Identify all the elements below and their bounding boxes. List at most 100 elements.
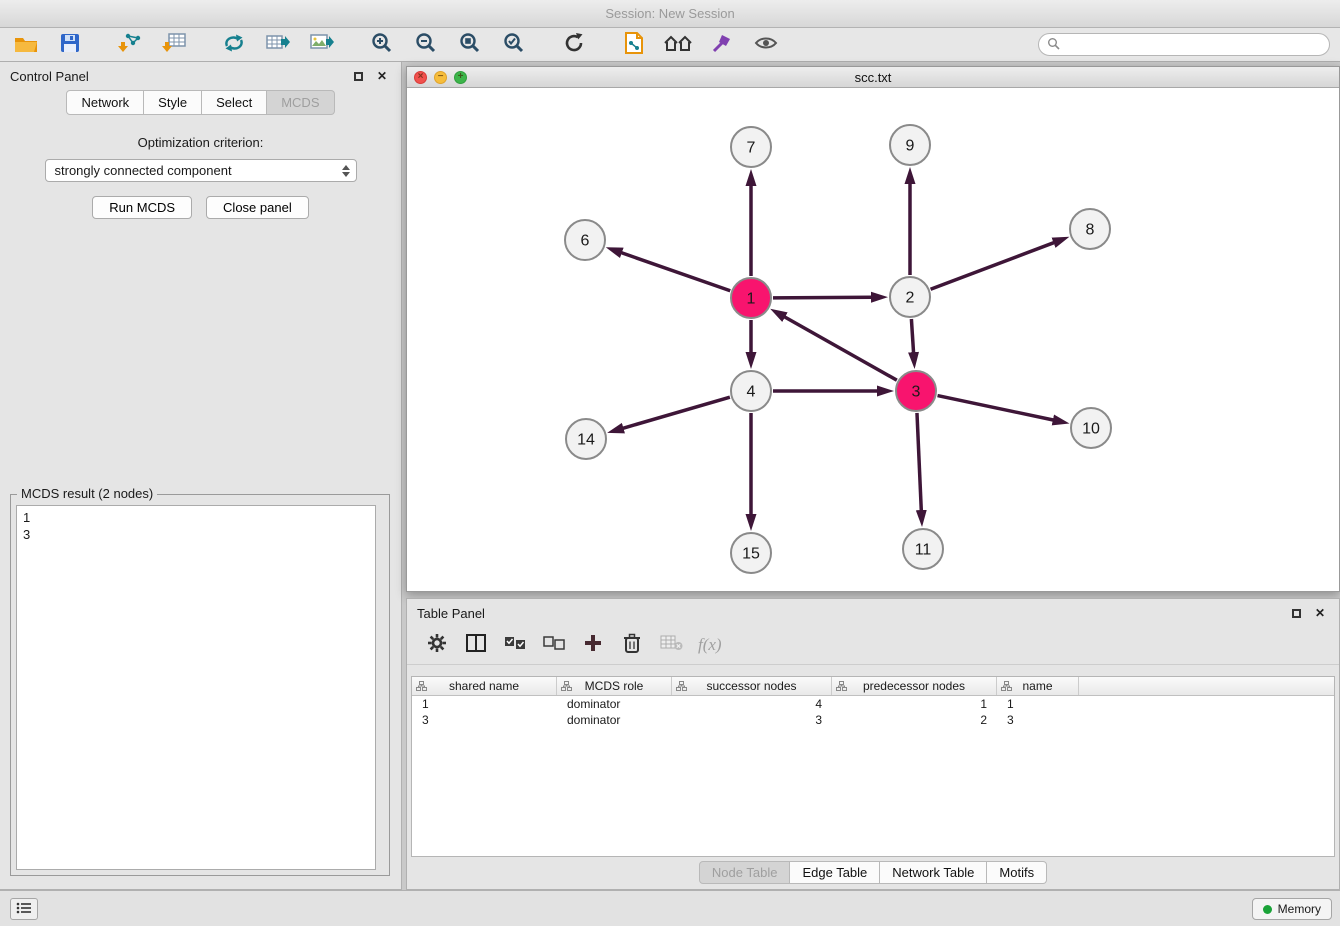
column-header-mcds-role[interactable]: MCDS role <box>557 677 672 695</box>
delete-table-icon <box>660 635 683 654</box>
control-panel-tabs: NetworkStyleSelectMCDS <box>0 90 401 115</box>
function-builder-button-disabled: f(x) <box>698 632 722 658</box>
table-row[interactable]: 1dominator411 <box>412 696 1334 712</box>
control-panel-tab-network[interactable]: Network <box>66 90 144 115</box>
control-panel-title: Control Panel <box>10 69 89 84</box>
toggle-view-button[interactable] <box>750 31 782 59</box>
network-window-title: scc.txt <box>407 70 1339 85</box>
mcds-result-group: MCDS result (2 nodes) 13 <box>10 494 390 876</box>
export-image-button[interactable] <box>306 31 338 59</box>
control-panel: Control Panel ✕ NetworkStyleSelectMCDS O… <box>0 62 402 890</box>
zoom-in-icon <box>371 32 393 57</box>
run-mcds-button[interactable]: Run MCDS <box>92 196 192 219</box>
column-header-label: predecessor nodes <box>863 679 965 693</box>
split-columns-button[interactable] <box>464 632 488 658</box>
table-cell-name[interactable]: 3 <box>997 712 1079 728</box>
table-row[interactable]: 3dominator323 <box>412 712 1334 728</box>
column-header-label: MCDS role <box>585 679 644 693</box>
home-button[interactable] <box>662 31 694 59</box>
control-panel-tab-mcds[interactable]: MCDS <box>267 90 334 115</box>
clone-network-button[interactable] <box>618 31 650 59</box>
graph-node-label: 2 <box>906 290 915 307</box>
network-window-titlebar[interactable]: scc.txt × − + <box>407 67 1339 88</box>
graph-edge-3-10[interactable] <box>938 396 1054 421</box>
table-cell-mcds-role[interactable]: dominator <box>557 712 672 728</box>
memory-button[interactable]: Memory <box>1252 898 1332 920</box>
table-panel-tabs: Node TableEdge TableNetwork TableMotifs <box>407 861 1339 884</box>
export-table-button[interactable] <box>262 31 294 59</box>
graph-edge-2-3[interactable] <box>911 319 913 353</box>
refresh-icon <box>563 32 585 57</box>
table-cell-shared-name[interactable]: 1 <box>412 696 557 712</box>
table-cell-mcds-role[interactable]: dominator <box>557 696 672 712</box>
network-view-window: scc.txt × − + 7968124314101511 <box>406 66 1340 592</box>
search-input[interactable] <box>1065 38 1321 52</box>
select-all-button[interactable] <box>503 632 527 658</box>
optimization-criterion-label: Optimization criterion: <box>0 135 401 150</box>
mcds-result-text-area[interactable]: 13 <box>16 505 376 870</box>
sort-icon <box>416 681 427 691</box>
table-cell-predecessor-nodes[interactable]: 1 <box>832 696 997 712</box>
table-cell-name[interactable]: 1 <box>997 696 1079 712</box>
float-table-panel-button[interactable] <box>1287 604 1305 622</box>
control-panel-header: Control Panel ✕ <box>0 62 401 90</box>
column-header-label: shared name <box>449 679 519 693</box>
control-panel-tab-select[interactable]: Select <box>202 90 267 115</box>
window-titlebar[interactable]: Session: New Session <box>0 0 1340 28</box>
network-canvas-container: 7968124314101511 <box>407 88 1339 591</box>
add-row-button[interactable] <box>581 632 605 658</box>
search-icon <box>1047 37 1060 53</box>
table-cell-shared-name[interactable]: 3 <box>412 712 557 728</box>
graph-edge-1-2[interactable] <box>773 297 872 298</box>
close-panel-button[interactable]: ✕ <box>373 67 391 85</box>
refresh-button[interactable] <box>558 31 590 59</box>
control-panel-tab-style[interactable]: Style <box>144 90 202 115</box>
close-table-panel-button[interactable]: ✕ <box>1311 604 1329 622</box>
save-session-button[interactable] <box>54 31 86 59</box>
graph-edge-1-6[interactable] <box>621 253 730 291</box>
zoom-fit-button[interactable] <box>454 31 486 59</box>
zoom-out-button[interactable] <box>410 31 442 59</box>
mcds-result-line: 1 <box>23 509 369 526</box>
table-tab-motifs[interactable]: Motifs <box>987 861 1047 884</box>
table-tab-network-table[interactable]: Network Table <box>880 861 987 884</box>
import-table-button[interactable] <box>158 31 190 59</box>
graph-node-label: 15 <box>742 546 760 563</box>
table-tab-edge-table[interactable]: Edge Table <box>790 861 880 884</box>
column-header-shared-name[interactable]: shared name <box>412 677 557 695</box>
table-tab-node-table[interactable]: Node Table <box>699 861 791 884</box>
table-cell-predecessor-nodes[interactable]: 2 <box>832 712 997 728</box>
import-network-button[interactable] <box>114 31 146 59</box>
close-panel-action-button[interactable]: Close panel <box>206 196 309 219</box>
zoom-selected-button[interactable] <box>498 31 530 59</box>
delete-row-button[interactable] <box>620 632 644 658</box>
apply-style-button[interactable] <box>706 31 738 59</box>
graph-edge-2-8[interactable] <box>931 242 1055 289</box>
float-panel-button[interactable] <box>349 67 367 85</box>
graph-node-label: 1 <box>747 291 756 308</box>
graph-edge-4-14[interactable] <box>622 397 729 428</box>
close-window-icon[interactable]: × <box>414 71 427 84</box>
column-header-successor-nodes[interactable]: successor nodes <box>672 677 832 695</box>
zoom-in-button[interactable] <box>366 31 398 59</box>
table-settings-button[interactable] <box>425 632 449 658</box>
table-cell-successor-nodes[interactable]: 3 <box>672 712 832 728</box>
minimize-window-icon[interactable]: − <box>434 71 447 84</box>
task-history-button[interactable] <box>10 898 38 920</box>
table-cell-successor-nodes[interactable]: 4 <box>672 696 832 712</box>
open-folder-icon <box>14 34 38 56</box>
column-header-name[interactable]: name <box>997 677 1079 695</box>
graph-node-label: 3 <box>912 384 921 401</box>
graph-edge-3-1[interactable] <box>784 317 897 381</box>
criterion-dropdown[interactable]: strongly connected component <box>45 159 357 182</box>
deselect-all-button[interactable] <box>542 632 566 658</box>
column-header-predecessor-nodes[interactable]: predecessor nodes <box>832 677 997 695</box>
search-field[interactable] <box>1038 33 1330 56</box>
zoom-window-icon[interactable]: + <box>454 71 467 84</box>
plus-icon <box>584 634 602 655</box>
new-network-button[interactable] <box>218 31 250 59</box>
network-canvas[interactable]: 7968124314101511 <box>407 88 1339 591</box>
graph-node-label: 4 <box>747 384 756 401</box>
open-session-button[interactable] <box>10 31 42 59</box>
graph-edge-3-11[interactable] <box>917 413 921 511</box>
